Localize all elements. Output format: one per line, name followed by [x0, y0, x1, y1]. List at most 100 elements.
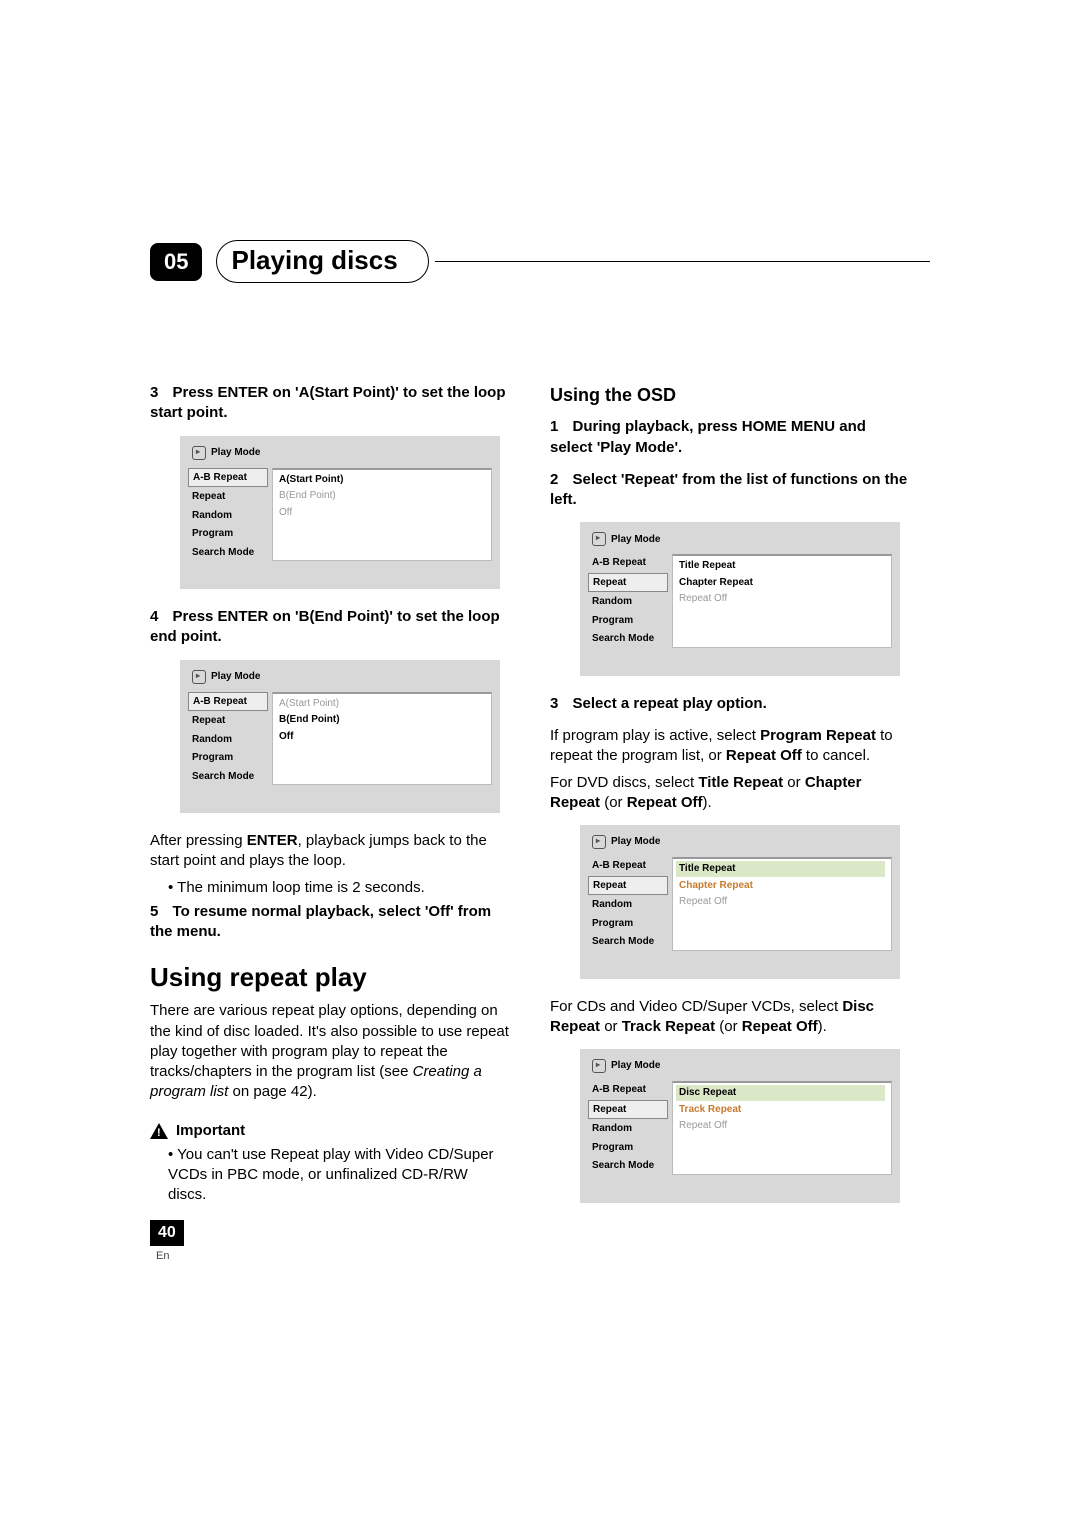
osd-title-text: Play Mode: [611, 835, 660, 849]
page-number: 40: [150, 1220, 184, 1246]
osd-screenshot-5: Play Mode A-B RepeatRepeatRandomProgramSe…: [580, 1049, 900, 1203]
osd-screenshot-1: Play ModeA-B RepeatRepeatRandomProgramSe…: [180, 436, 500, 590]
osd-value: A(Start Point): [279, 696, 485, 712]
page-lang: En: [156, 1250, 169, 1262]
step-text: To resume normal playback, select 'Off' …: [150, 903, 491, 940]
step-text: Select a repeat play option.: [573, 695, 767, 712]
play-mode-icon: [592, 532, 606, 546]
osd-menu-item: Search Mode: [188, 544, 268, 562]
subsection-heading: Using the OSD: [550, 383, 910, 407]
osd-value: Chapter Repeat: [679, 575, 885, 591]
osd-value: Off: [279, 729, 485, 745]
osd-menu-item: Random: [588, 1120, 668, 1138]
osd-value: B(End Point): [279, 712, 485, 728]
osd-menu-item: Repeat: [588, 1100, 668, 1120]
step-3r: 3 Select a repeat play option.: [550, 694, 910, 714]
text: ).: [818, 1018, 827, 1035]
osd-title: Play Mode: [592, 835, 892, 849]
osd-menu-item: Search Mode: [588, 1157, 668, 1175]
osd-value: Track Repeat: [679, 1102, 885, 1118]
osd-value: A(Start Point): [279, 472, 485, 488]
osd-title-text: Play Mode: [611, 533, 660, 547]
step-number: 3: [150, 384, 158, 401]
step-text: Press ENTER on 'B(End Point)' to set the…: [150, 608, 500, 645]
bullet-item: You can't use Repeat play with Video CD/…: [168, 1145, 510, 1206]
play-mode-icon: [192, 670, 206, 684]
osd-value: Disc Repeat: [676, 1085, 885, 1101]
text-bold: Repeat Off: [627, 794, 703, 811]
step-number: 2: [550, 471, 558, 488]
osd-value: Off: [279, 505, 485, 521]
osd-title: Play Mode: [592, 532, 892, 546]
osd-menu-item: Random: [188, 731, 268, 749]
osd-menu-item: A-B Repeat: [588, 857, 668, 875]
osd-value: Repeat Off: [679, 1118, 885, 1134]
osd-title-text: Play Mode: [211, 670, 260, 684]
warning-icon: [150, 1123, 168, 1139]
osd-screenshot-4: Play Mode A-B RepeatRepeatRandomProgramSe…: [580, 825, 900, 979]
header-rule: [435, 261, 930, 263]
chapter-number: 05: [150, 243, 202, 281]
step-5: 5 To resume normal playback, select 'Off…: [150, 902, 510, 943]
osd-menu-item: Repeat: [588, 573, 668, 593]
osd-menu-item: Random: [588, 593, 668, 611]
step-text: Select 'Repeat' from the list of functio…: [550, 471, 907, 508]
step-2: 2 Select 'Repeat' from the list of funct…: [550, 470, 910, 511]
osd-menu-item: Search Mode: [588, 630, 668, 648]
osd-title: Play Mode: [192, 670, 492, 684]
body-paragraph: After pressing ENTER, playback jumps bac…: [150, 831, 510, 872]
left-column: 3 Press ENTER on 'A(Start Point)' to set…: [150, 383, 510, 1221]
play-mode-icon: [592, 835, 606, 849]
text: (or: [600, 794, 627, 811]
text: (or: [715, 1018, 742, 1035]
section-heading: Using repeat play: [150, 960, 510, 995]
osd-menu-item: Program: [188, 749, 268, 767]
osd-menu-item: Program: [588, 612, 668, 630]
text-bold: Repeat Off: [742, 1018, 818, 1035]
osd-menu-item: Repeat: [188, 488, 268, 506]
important-label: Important: [176, 1121, 245, 1141]
text: or: [600, 1018, 622, 1035]
text-bold: Repeat Off: [726, 747, 802, 764]
osd-menu-item: Repeat: [588, 876, 668, 896]
osd-menu-item: Program: [588, 915, 668, 933]
chapter-title-pill: Playing discs: [216, 240, 428, 283]
chapter-title: Playing discs: [231, 245, 397, 275]
osd-screenshot-3: Play Mode A-B RepeatRepeatRandomProgramSe…: [580, 522, 900, 676]
osd-value: Title Repeat: [679, 558, 885, 574]
step-1: 1 During playback, press HOME MENU and s…: [550, 417, 910, 458]
page-content: 05 Playing discs 3 Press ENTER on 'A(Sta…: [150, 240, 930, 1221]
osd-menu-item: A-B Repeat: [588, 1081, 668, 1099]
osd-title-text: Play Mode: [611, 1059, 660, 1073]
osd-menu-item: A-B Repeat: [588, 554, 668, 572]
body-paragraph: There are various repeat play options, d…: [150, 1001, 510, 1102]
text: If program play is active, select: [550, 727, 760, 744]
text: ).: [703, 794, 712, 811]
text: on page 42).: [228, 1083, 316, 1100]
osd-value: Repeat Off: [679, 591, 885, 607]
step-number: 1: [550, 418, 558, 435]
osd-value: B(End Point): [279, 488, 485, 504]
osd-menu-item: Program: [188, 525, 268, 543]
osd-menu-item: Search Mode: [588, 933, 668, 951]
osd-menu-item: A-B Repeat: [188, 692, 268, 712]
step-number: 3: [550, 695, 558, 712]
text-bold: Program Repeat: [760, 727, 876, 744]
text: or: [783, 774, 805, 791]
text: After pressing: [150, 832, 247, 849]
bullet-item: The minimum loop time is 2 seconds.: [168, 878, 510, 898]
step-text: During playback, press HOME MENU and sel…: [550, 418, 866, 455]
step-4: 4 Press ENTER on 'B(End Point)' to set t…: [150, 607, 510, 648]
play-mode-icon: [592, 1059, 606, 1073]
osd-menu-item: Random: [588, 896, 668, 914]
right-column: Using the OSD 1 During playback, press H…: [550, 383, 910, 1221]
text-bold: ENTER: [247, 832, 298, 849]
osd-value: Chapter Repeat: [679, 878, 885, 894]
osd-menu-item: Repeat: [188, 712, 268, 730]
text-bold: Title Repeat: [698, 774, 783, 791]
step-number: 5: [150, 903, 158, 920]
osd-menu-item: Program: [588, 1139, 668, 1157]
osd-title-text: Play Mode: [211, 446, 260, 460]
osd-value: Repeat Off: [679, 894, 885, 910]
text: For CDs and Video CD/Super VCDs, select: [550, 998, 842, 1015]
